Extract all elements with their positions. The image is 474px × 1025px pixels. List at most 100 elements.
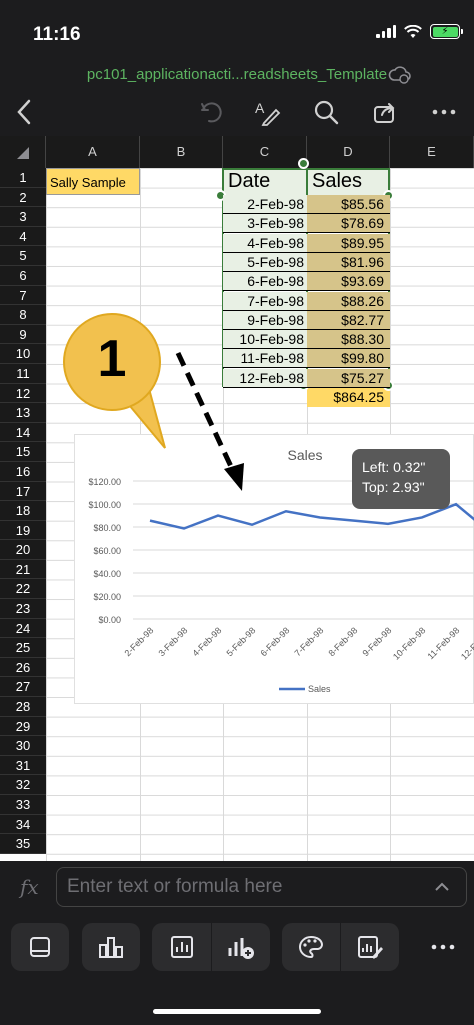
row-header[interactable]: 14 (0, 423, 46, 443)
row-header[interactable]: 11 (0, 364, 46, 384)
row-header[interactable]: 20 (0, 540, 46, 560)
row-header[interactable]: 6 (0, 266, 46, 286)
more-options-button[interactable] (412, 923, 474, 971)
sales-cell[interactable]: $78.69 (307, 214, 390, 234)
row-header[interactable]: 7 (0, 286, 46, 306)
sheet-button[interactable] (11, 923, 69, 971)
sales-cell[interactable]: $93.69 (307, 272, 390, 292)
cell-d1-sales-header[interactable]: Sales (307, 168, 390, 195)
date-cell[interactable]: 6-Feb-98 (223, 272, 307, 292)
chart-elements-button[interactable] (152, 923, 211, 971)
chevron-up-icon[interactable] (434, 882, 450, 892)
select-all-corner[interactable] (0, 136, 46, 168)
row-header[interactable]: 3 (0, 207, 46, 227)
cell-d12-total[interactable]: $864.25 (307, 388, 390, 407)
row-header[interactable]: 15 (0, 442, 46, 462)
date-cell[interactable]: 7-Feb-98 (223, 291, 307, 311)
column-header-a[interactable]: A (46, 136, 140, 168)
ellipsis-icon (432, 109, 456, 115)
row-header[interactable]: 25 (0, 638, 46, 658)
selection-handle-top[interactable] (298, 158, 309, 169)
format-button[interactable]: A (252, 96, 284, 128)
row-header[interactable]: 27 (0, 677, 46, 698)
row-header[interactable]: 10 (0, 344, 46, 364)
row-header[interactable]: 16 (0, 462, 46, 482)
date-cell[interactable]: 4-Feb-98 (223, 233, 307, 253)
row-header[interactable]: 34 (0, 815, 46, 835)
row-header[interactable]: 18 (0, 501, 46, 521)
cell-c1-date-header[interactable]: Date (223, 168, 307, 195)
row-header[interactable]: 2 (0, 188, 46, 208)
row-header[interactable]: 23 (0, 599, 46, 619)
function-icon[interactable]: fx (20, 875, 39, 899)
add-chart-element-button[interactable] (212, 923, 270, 971)
sales-cell[interactable]: $75.27 (307, 368, 390, 388)
row-header[interactable]: 13 (0, 403, 46, 423)
x-tick-label: 10-Feb-98 (391, 625, 427, 661)
sales-cell[interactable]: $89.95 (307, 233, 390, 253)
column-header-b[interactable]: B (140, 136, 223, 168)
column-headers: A B C D E (0, 136, 474, 168)
row-header[interactable]: 31 (0, 756, 46, 776)
column-header-e[interactable]: E (390, 136, 474, 168)
cell-a1[interactable]: Sally Sample (46, 168, 140, 195)
date-cell[interactable]: 5-Feb-98 (223, 252, 307, 272)
row-header[interactable]: 17 (0, 482, 46, 502)
row-header[interactable]: 24 (0, 619, 46, 639)
sales-cell[interactable]: $82.77 (307, 310, 390, 330)
row-header[interactable]: 9 (0, 325, 46, 345)
date-cell[interactable]: 9-Feb-98 (223, 310, 307, 330)
tooltip-top: Top: 2.93" (362, 479, 425, 495)
chart-type-button[interactable] (82, 923, 140, 971)
row-header[interactable]: 21 (0, 560, 46, 580)
y-tick-label: $20.00 (93, 592, 121, 602)
step-number: 1 (97, 330, 127, 388)
row-header[interactable]: 12 (0, 384, 46, 404)
row-header[interactable]: 4 (0, 227, 46, 247)
x-tick-label: 2-Feb-98 (123, 625, 156, 658)
row-header[interactable]: 8 (0, 305, 46, 325)
home-indicator (153, 1009, 321, 1014)
date-cell[interactable]: 3-Feb-98 (223, 214, 307, 234)
row-header[interactable]: 30 (0, 736, 46, 756)
row-header[interactable]: 22 (0, 579, 46, 600)
search-button[interactable] (310, 96, 342, 128)
row-header[interactable]: 1 (0, 168, 46, 188)
chart-style-button[interactable] (282, 923, 340, 971)
more-button[interactable] (428, 96, 460, 128)
x-tick-label: 9-Feb-98 (361, 625, 394, 658)
row-header[interactable]: 35 (0, 834, 46, 854)
sales-cell[interactable]: $88.30 (307, 330, 390, 350)
back-button[interactable] (8, 96, 40, 128)
undo-button[interactable] (196, 96, 228, 128)
row-headers: 1 2 3 4 5 6 7 8 9 10 11 12 13 14 15 16 17 18 19 20 21 22 23 24 2… (0, 168, 46, 854)
row-header[interactable]: 5 (0, 246, 46, 266)
x-tick-label: 7-Feb-98 (293, 625, 326, 658)
cellular-signal-icon (376, 25, 396, 38)
position-tooltip: Left: 0.32" Top: 2.93" (352, 449, 450, 509)
x-tick-label: 8-Feb-98 (327, 625, 360, 658)
sales-cell[interactable]: $81.96 (307, 252, 390, 272)
formula-input[interactable]: Enter text or formula here (56, 867, 467, 907)
row-header[interactable]: 33 (0, 795, 46, 815)
sales-cell[interactable]: $99.80 (307, 349, 390, 369)
column-header-d[interactable]: D (307, 136, 390, 168)
column-header-c[interactable]: C (223, 136, 307, 168)
sales-cell[interactable]: $85.56 (307, 195, 390, 214)
x-tick-label: 12-Feb-98 (459, 625, 474, 661)
row-header[interactable]: 29 (0, 717, 46, 737)
share-icon (374, 103, 395, 123)
document-title-bar: pc101_applicationacti...readsheets_Templ… (0, 62, 474, 90)
date-cell[interactable]: 2-Feb-98 (223, 195, 307, 214)
row-header[interactable]: 19 (0, 521, 46, 541)
sales-cell[interactable]: $88.26 (307, 291, 390, 311)
share-button[interactable] (369, 96, 401, 128)
edit-chart-data-button[interactable] (341, 923, 399, 971)
row-header[interactable]: 26 (0, 658, 46, 678)
row-header[interactable]: 32 (0, 775, 46, 795)
row-header[interactable]: 28 (0, 697, 46, 717)
legend-label: Sales (308, 684, 331, 694)
document-name[interactable]: pc101_applicationacti...readsheets_Templ… (87, 66, 387, 83)
dashed-arrow-icon (175, 351, 244, 491)
step-callout: 1 (63, 313, 161, 411)
